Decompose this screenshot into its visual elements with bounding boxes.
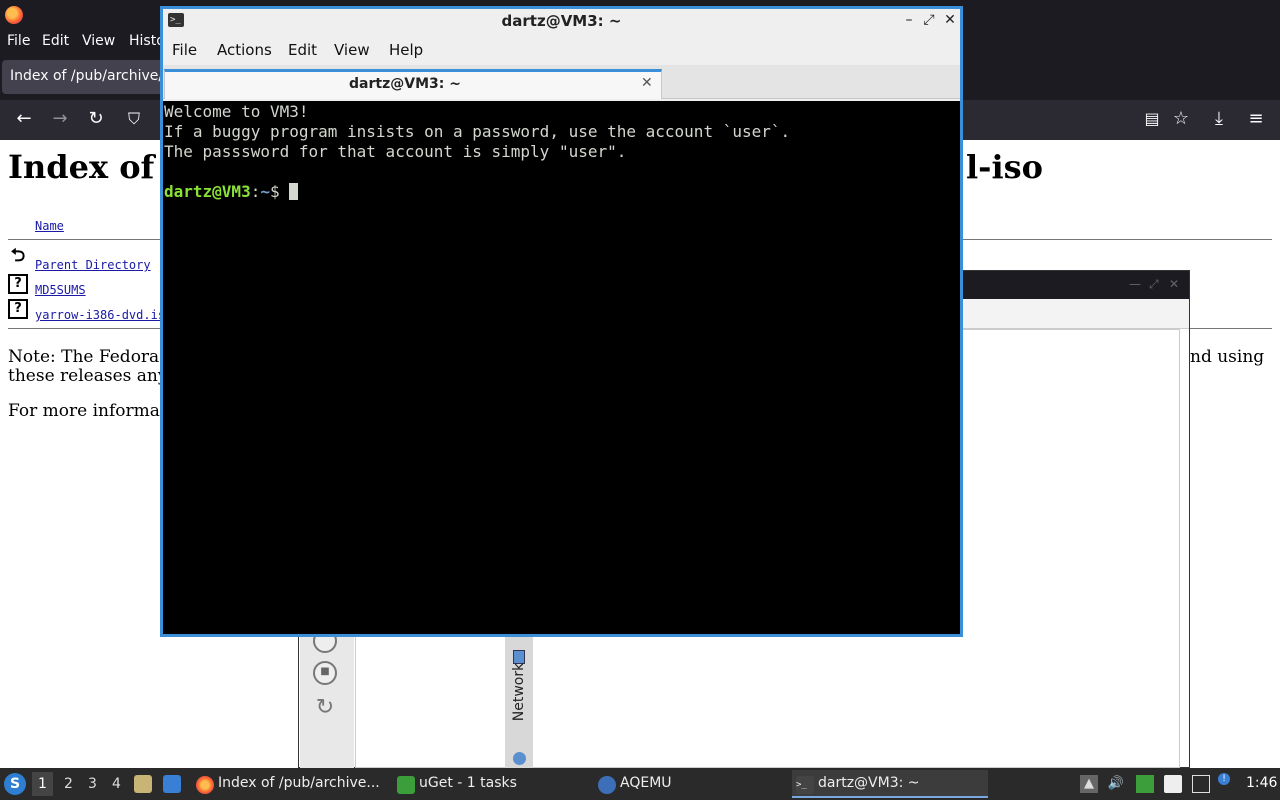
shield-icon[interactable]: ⛉ (122, 108, 146, 130)
forward-icon[interactable]: → (48, 108, 72, 130)
start-menu-icon[interactable]: S (4, 773, 26, 795)
firefox-menu-edit[interactable]: Edit (42, 33, 69, 49)
stop-icon[interactable]: ■ (313, 661, 337, 685)
tab-network[interactable]: Network (511, 663, 527, 721)
text-cursor (289, 183, 299, 200)
menu-edit[interactable]: Edit (288, 41, 317, 59)
reload-icon[interactable]: ↻ (84, 108, 108, 130)
file-link[interactable]: yarrow-i386-dvd.is (35, 308, 165, 322)
refresh-icon[interactable]: ↻ (313, 697, 337, 721)
minimize-icon[interactable]: — (1129, 277, 1141, 291)
workspace-2[interactable]: 2 (64, 776, 73, 792)
task-uget[interactable]: uGet - 1 tasks (393, 770, 589, 798)
output-line: Welcome to VM3! (164, 102, 309, 121)
parent-dir-icon: ⮌ (8, 247, 28, 268)
unknown-file-icon: ? (8, 274, 28, 294)
prompt-separator: : (250, 182, 261, 201)
show-desktop-icon[interactable] (163, 775, 181, 793)
terminal-titlebar[interactable]: >_ dartz@VM3: ~ – ⤢ ✕ (163, 9, 960, 35)
note-text-line2: these releases any (8, 366, 168, 386)
close-icon[interactable]: ✕ (1169, 277, 1179, 291)
back-icon[interactable]: ← (12, 108, 36, 130)
task-label: Index of /pub/archive... (218, 775, 380, 791)
network-icon (513, 752, 526, 765)
menu-help[interactable]: Help (389, 41, 423, 59)
reader-view-icon[interactable]: ▤ (1140, 108, 1164, 130)
uget-vertical-tabs: Network (505, 636, 533, 768)
note-text-tail: nd using (1190, 347, 1265, 367)
maximize-icon[interactable]: ⤢ (1149, 277, 1159, 292)
file-link[interactable]: Parent Directory (35, 258, 151, 272)
menu-actions[interactable]: Actions (217, 41, 272, 59)
clipboard-icon[interactable] (1164, 775, 1182, 793)
notification-icon[interactable]: ! (1218, 773, 1230, 785)
terminal-icon: >_ (796, 776, 814, 794)
prompt-line: dartz@VM3:~$ (164, 182, 960, 202)
file-link[interactable]: MD5SUMS (35, 283, 86, 297)
volume-icon[interactable]: 🔊 (1107, 775, 1125, 793)
output-line: The passsword for that account is simply… (164, 142, 627, 161)
terminal-tab[interactable]: dartz@VM3: ~ ✕ (164, 69, 662, 99)
task-label: uGet - 1 tasks (419, 775, 517, 791)
menu-file[interactable]: File (172, 41, 197, 59)
tray-arrow-icon[interactable]: ▲ (1080, 775, 1098, 793)
task-label: AQEMU (620, 775, 672, 791)
tab-title: dartz@VM3: ~ (349, 76, 461, 92)
output-line: If a buggy program insists on a password… (164, 122, 791, 141)
taskbar: S 1 2 3 4 Index of /pub/archive... uGet … (0, 768, 1280, 800)
unknown-file-icon: ? (8, 299, 28, 319)
maximize-icon[interactable]: ⤢ (921, 12, 937, 28)
task-firefox[interactable]: Index of /pub/archive... (192, 770, 388, 798)
firefox-menu-view[interactable]: View (82, 33, 115, 49)
firefox-icon (196, 776, 214, 794)
firefox-menu-file[interactable]: File (7, 33, 30, 49)
task-terminal[interactable]: >_ dartz@VM3: ~ (792, 770, 988, 798)
terminal-menubar: File Actions Edit View Help (163, 35, 960, 65)
file-manager-icon[interactable] (134, 775, 152, 793)
task-aqemu[interactable]: AQEMU (594, 770, 790, 798)
workspace-1[interactable]: 1 (32, 772, 53, 796)
column-name-link[interactable]: Name (35, 219, 64, 233)
uget-tray-icon[interactable] (1136, 775, 1154, 793)
close-icon[interactable]: ✕ (942, 12, 958, 28)
download-icon[interactable]: ⤓ (1207, 108, 1231, 130)
uget-icon (397, 776, 415, 794)
workspace-4[interactable]: 4 (112, 776, 121, 792)
clock[interactable]: 1:46 (1246, 775, 1277, 791)
more-info-text: For more informati (8, 401, 173, 421)
task-label: dartz@VM3: ~ (818, 775, 920, 791)
note-text: Note: The Fedora r (8, 347, 173, 367)
desktop: File Edit View Histo Index of /pub/archi… (0, 0, 1280, 800)
terminal-window: >_ dartz@VM3: ~ – ⤢ ✕ File Actions Edit … (160, 6, 963, 637)
terminal-tabbar: dartz@VM3: ~ ✕ (163, 65, 960, 99)
page-heading-tail: l-iso (966, 148, 1043, 186)
prompt-symbol: $ (269, 182, 290, 201)
minimize-icon[interactable]: – (901, 12, 917, 28)
tab-close-icon[interactable]: ✕ (641, 75, 653, 91)
page-heading: Index of (8, 148, 155, 186)
aqemu-icon (598, 776, 616, 794)
prompt-user-host: dartz@VM3 (164, 182, 251, 201)
hamburger-menu-icon[interactable]: ≡ (1244, 108, 1268, 130)
workspace-3[interactable]: 3 (88, 776, 97, 792)
terminal-screen[interactable]: Welcome to VM3! If a buggy program insist… (163, 101, 960, 634)
network-tray-icon[interactable] (1192, 775, 1210, 793)
uget-sidebar: ■ ↻ (300, 621, 354, 768)
prompt-path: ~ (260, 182, 270, 201)
menu-view[interactable]: View (334, 41, 370, 59)
firefox-logo-icon (5, 6, 23, 24)
window-title: dartz@VM3: ~ (501, 12, 622, 30)
bookmark-star-icon[interactable]: ☆ (1169, 108, 1193, 130)
